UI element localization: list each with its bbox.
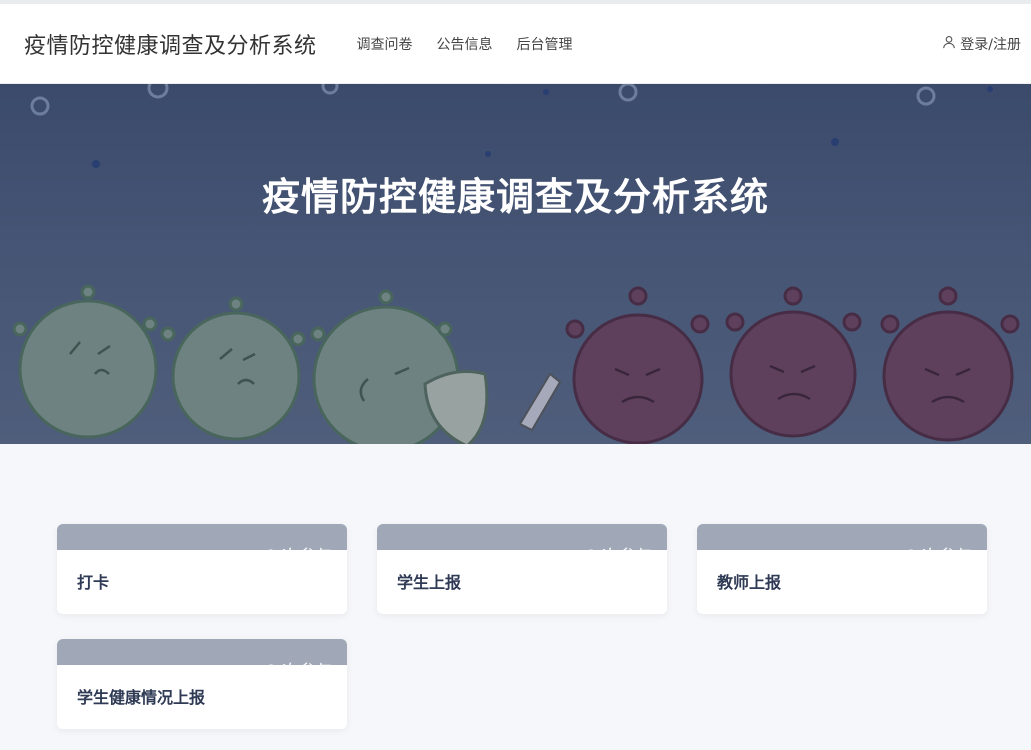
login-label: 登录/注册: [960, 36, 1021, 53]
login-register-link[interactable]: 登录/注册: [942, 34, 1021, 54]
user-icon: [942, 35, 956, 53]
survey-card-area: 1 次参与 打卡 0 次参与 学生上报 0 次参与 教师上报 0 次参与 学生健…: [0, 444, 1031, 750]
card-title: 打卡: [77, 573, 110, 592]
hero-title: 疫情防控健康调查及分析系统: [261, 175, 769, 219]
card-title: 学生健康情况上报: [77, 688, 206, 707]
card-title: 教师上报: [717, 573, 782, 592]
virus-illustration: [0, 84, 1031, 444]
survey-card-student-report[interactable]: 0 次参与 学生上报: [377, 524, 667, 614]
nav-link-admin[interactable]: 后台管理: [517, 34, 573, 54]
brand-title[interactable]: 疫情防控健康调查及分析系统: [24, 28, 317, 60]
survey-card-teacher-report[interactable]: 0 次参与 教师上报: [697, 524, 987, 614]
nav-link-announcements[interactable]: 公告信息: [437, 34, 493, 54]
hero-banner: 疫情防控健康调查及分析系统: [0, 84, 1031, 444]
survey-card-checkin[interactable]: 1 次参与 打卡: [57, 524, 347, 614]
nav-link-survey[interactable]: 调查问卷: [357, 34, 413, 54]
card-title: 学生上报: [397, 573, 462, 592]
survey-card-student-health[interactable]: 0 次参与 学生健康情况上报: [57, 639, 347, 729]
navbar: 疫情防控健康调查及分析系统 调查问卷 公告信息 后台管理 登录/注册: [0, 4, 1031, 84]
nav-links: 调查问卷 公告信息 后台管理: [357, 34, 573, 54]
